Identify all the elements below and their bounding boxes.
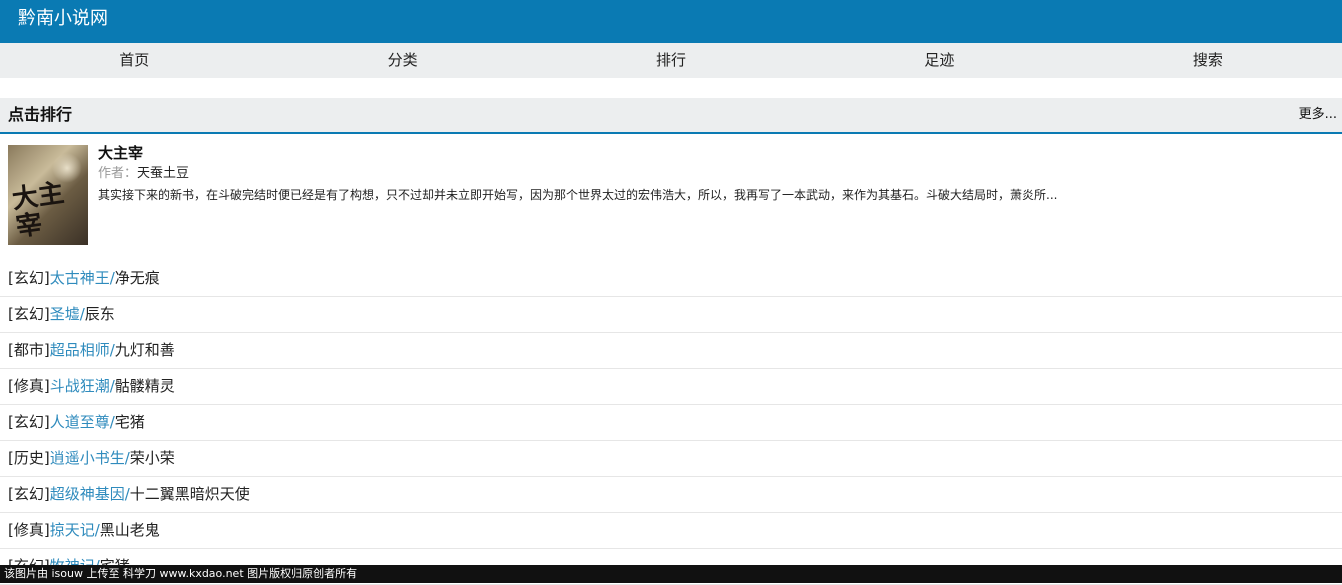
- book-cover-image[interactable]: 大主宰: [8, 145, 88, 245]
- list-item-author: 骷髅精灵: [114, 377, 175, 395]
- list-item-author: 黑山老鬼: [99, 521, 160, 539]
- list-item-author: 净无痕: [114, 269, 160, 287]
- list-item-category: [修真]: [8, 377, 50, 395]
- header-bar: 黔南小说网: [0, 0, 1342, 43]
- watermark-bar: 该图片由 isouw 上传至 科学刀 www.kxdao.net 图片版权归原创…: [0, 565, 1342, 583]
- list-item: [都市]超品相师/九灯和善: [0, 333, 1342, 369]
- list-item-author: 辰东: [84, 305, 115, 323]
- list-item: [玄幻]圣墟/辰东: [0, 297, 1342, 333]
- list-item-book-link[interactable]: 超品相师: [50, 341, 110, 359]
- featured-book-author: 作者：天蚕土豆: [98, 165, 189, 183]
- author-prefix: 作者：: [98, 166, 138, 181]
- nav-item-ranking[interactable]: 排行: [537, 43, 805, 78]
- author-name: 天蚕土豆: [137, 166, 190, 181]
- list-item: [玄幻]太古神王/净无痕: [0, 261, 1342, 297]
- featured-book-description: 其实接下来的新书，在斗破完结时便已经是有了构想，只不过却并未立即开始写，因为那个…: [98, 188, 1058, 202]
- list-item-category: [玄幻]: [8, 413, 50, 431]
- list-item-category: [历史]: [8, 449, 50, 467]
- list-item: [历史]逍遥小书生/荣小荣: [0, 441, 1342, 477]
- list-item: [修真]斗战狂潮/骷髅精灵: [0, 369, 1342, 405]
- main-nav: 首页 分类 排行 足迹 搜索: [0, 43, 1342, 78]
- list-item: [玄幻]超级神基因/十二翼黑暗炽天使: [0, 477, 1342, 513]
- list-item-book-link[interactable]: 斗战狂潮: [50, 377, 110, 395]
- list-item-category: [玄幻]: [8, 269, 50, 287]
- list-item-book-link[interactable]: 人道至尊: [50, 413, 110, 431]
- list-item-book-link[interactable]: 掠天记: [50, 521, 95, 539]
- nav-item-category[interactable]: 分类: [268, 43, 536, 78]
- site-title[interactable]: 黔南小说网: [18, 8, 108, 30]
- featured-book-title[interactable]: 大主宰: [98, 143, 143, 163]
- list-item-book-link[interactable]: 超级神基因: [50, 485, 125, 503]
- nav-item-history[interactable]: 足迹: [805, 43, 1073, 78]
- list-item-book-link[interactable]: 圣墟: [50, 305, 80, 323]
- list-item-category: [玄幻]: [8, 485, 50, 503]
- more-link[interactable]: 更多...: [1299, 107, 1337, 123]
- list-item-author: 荣小荣: [129, 449, 175, 467]
- list-item-category: [修真]: [8, 521, 50, 539]
- nav-item-search[interactable]: 搜索: [1074, 43, 1342, 78]
- list-item-book-link[interactable]: 太古神王: [50, 269, 110, 287]
- section-title: 点击排行: [8, 105, 73, 124]
- featured-book: 大主宰 大主宰 作者：天蚕土豆 其实接下来的新书，在斗破完结时便已经是有了构想，…: [0, 136, 1342, 248]
- list-item: [修真]掠天记/黑山老鬼: [0, 513, 1342, 549]
- list-item-category: [都市]: [8, 341, 50, 359]
- nav-item-home[interactable]: 首页: [0, 43, 268, 78]
- list-item: [玄幻]人道至尊/宅猪: [0, 405, 1342, 441]
- list-item-book-link[interactable]: 逍遥小书生: [50, 449, 125, 467]
- list-item-author: 十二翼黑暗炽天使: [129, 485, 250, 503]
- list-item-author: 宅猪: [114, 413, 145, 431]
- ranking-list: [玄幻]太古神王/净无痕 [玄幻]圣墟/辰东 [都市]超品相师/九灯和善 [修真…: [0, 261, 1342, 585]
- list-item-author: 九灯和善: [114, 341, 175, 359]
- list-item-category: [玄幻]: [8, 305, 50, 323]
- ranking-section-header: 点击排行 更多...: [0, 98, 1342, 134]
- cover-title-art: 大主宰: [10, 178, 67, 243]
